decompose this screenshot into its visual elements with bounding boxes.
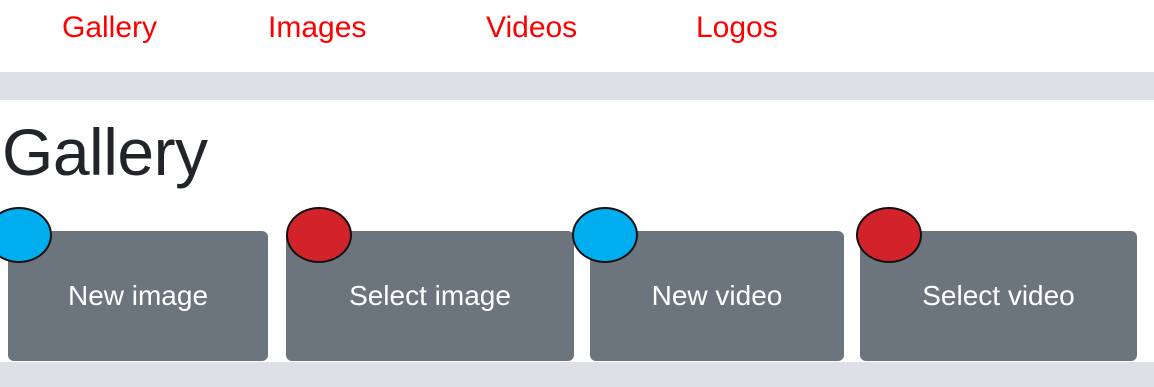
page-title: Gallery — [2, 115, 208, 189]
top-divider-band — [0, 72, 1154, 100]
nav-link-images[interactable]: Images — [268, 8, 366, 48]
top-navigation: Gallery Images Videos Logos — [0, 0, 1154, 72]
red-circle-marker — [856, 207, 922, 263]
nav-link-videos[interactable]: Videos — [486, 8, 577, 48]
new-image-button[interactable]: New image — [8, 231, 268, 361]
red-circle-marker — [286, 207, 352, 263]
nav-link-gallery[interactable]: Gallery — [62, 8, 157, 48]
blue-circle-marker — [572, 207, 638, 263]
bottom-divider-band — [0, 362, 1154, 387]
nav-link-logos[interactable]: Logos — [696, 8, 778, 48]
